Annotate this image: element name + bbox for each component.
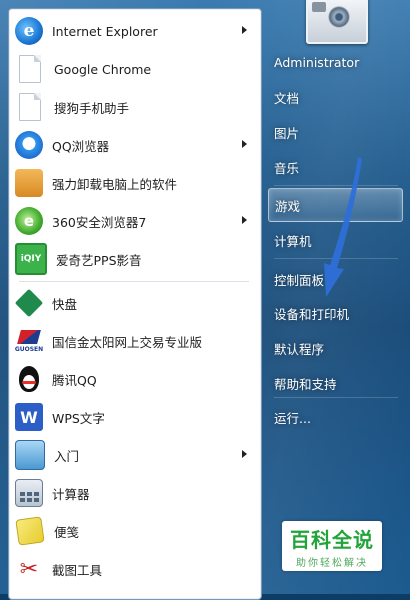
program-snipping-tool[interactable]: ✂ 截图工具 (13, 551, 257, 587)
program-label: 便笺 (54, 524, 80, 540)
user-name-label: Administrator (274, 54, 360, 70)
submenu-arrow-icon[interactable] (242, 140, 247, 148)
right-item-run[interactable]: 运行... (268, 400, 403, 434)
camera-lens-icon (328, 6, 350, 28)
right-item-label: 文档 (274, 90, 300, 106)
qq-penguin-icon (15, 365, 43, 393)
program-internet-explorer[interactable]: e Internet Explorer (13, 13, 257, 49)
program-label: 截图工具 (52, 562, 103, 578)
guosen-logo-text: GUOSEN (14, 345, 44, 353)
program-label: QQ浏览器 (52, 138, 110, 154)
right-item-label: 帮助和支持 (274, 376, 337, 392)
program-label: 爱奇艺PPS影音 (56, 252, 142, 268)
blank-document-icon (19, 93, 41, 121)
right-item-documents[interactable]: 文档 (268, 80, 403, 114)
uninstall-icon (15, 169, 43, 197)
iqiyi-icon: iQIY (15, 243, 47, 275)
program-sticky-notes[interactable]: 便笺 (13, 513, 257, 549)
camera-body-icon (312, 2, 326, 12)
right-item-label: 设备和打印机 (274, 306, 350, 322)
annotation-arrow-icon (324, 157, 362, 297)
internet-explorer-icon: e (15, 17, 43, 45)
program-qq-browser[interactable]: QQ浏览器 (13, 127, 257, 163)
program-label: 入门 (54, 448, 80, 464)
right-item-default-programs[interactable]: 默认程序 (268, 331, 403, 365)
program-label: 搜狗手机助手 (54, 100, 130, 116)
submenu-arrow-icon[interactable] (242, 216, 247, 224)
program-label: 强力卸载电脑上的软件 (52, 176, 178, 192)
calculator-icon (15, 479, 43, 507)
program-calculator[interactable]: 计算器 (13, 475, 257, 511)
program-uninstaller[interactable]: 强力卸载电脑上的软件 (13, 165, 257, 201)
program-google-chrome[interactable]: Google Chrome (13, 51, 257, 87)
program-label: 腾讯QQ (52, 372, 97, 388)
guosen-logo-mark (17, 329, 41, 344)
penguin-body (19, 366, 39, 392)
program-kuaipan[interactable]: 快盘 (13, 285, 257, 321)
watermark-title: 百科全说 (290, 528, 374, 552)
program-tencent-qq[interactable]: 腾讯QQ (13, 361, 257, 397)
watermark-badge: 百科全说 助你轻松解决 (282, 521, 382, 571)
user-picture-avatar[interactable] (306, 0, 368, 44)
right-item-label: 音乐 (274, 160, 300, 176)
program-guosen-trading[interactable]: GUOSEN 国信金太阳网上交易专业版 (13, 323, 257, 359)
right-item-label: 默认程序 (274, 341, 325, 357)
program-iqiyi-pps[interactable]: iQIY 爱奇艺PPS影音 (13, 241, 257, 277)
blank-document-icon (19, 55, 41, 83)
snipping-tool-icon: ✂ (19, 556, 39, 582)
program-label: WPS文字 (52, 410, 105, 426)
program-sogou-assistant[interactable]: 搜狗手机助手 (13, 89, 257, 125)
wps-icon: W (15, 403, 43, 431)
program-label: Google Chrome (54, 61, 152, 77)
kuaipan-icon (14, 288, 44, 318)
right-item-label: 图片 (274, 125, 300, 141)
program-label: Internet Explorer (52, 23, 158, 39)
qq-browser-icon (15, 131, 43, 159)
right-item-label: 运行... (274, 410, 311, 426)
divider (19, 281, 249, 282)
program-360-browser[interactable]: e 360安全浏览器7 (13, 203, 257, 239)
program-list-panel: e Internet Explorer Google Chrome 搜狗手机助手… (8, 8, 262, 600)
submenu-arrow-icon[interactable] (242, 450, 247, 458)
submenu-arrow-icon[interactable] (242, 26, 247, 34)
getting-started-icon (15, 440, 45, 470)
program-label: 360安全浏览器7 (52, 214, 147, 230)
program-label: 快盘 (52, 296, 78, 312)
program-label: 计算器 (52, 486, 90, 502)
right-item-pictures[interactable]: 图片 (268, 115, 403, 149)
program-getting-started[interactable]: 入门 (13, 437, 257, 473)
divider (274, 397, 398, 398)
guosen-icon: GUOSEN (15, 327, 43, 355)
360-browser-icon: e (15, 207, 43, 235)
watermark-subtitle: 助你轻松解决 (296, 558, 368, 569)
program-wps-writer[interactable]: W WPS文字 (13, 399, 257, 435)
right-item-label: 游戏 (275, 198, 301, 214)
program-label: 国信金太阳网上交易专业版 (52, 334, 203, 350)
right-item-help-support[interactable]: 帮助和支持 (268, 366, 403, 400)
user-folder-administrator[interactable]: Administrator (268, 45, 403, 79)
sticky-notes-icon (15, 516, 45, 546)
